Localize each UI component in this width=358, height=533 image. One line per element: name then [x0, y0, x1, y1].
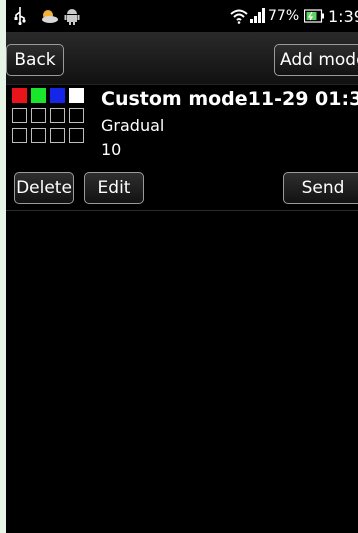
- empty-color-swatch: [12, 108, 27, 123]
- color-swatch: [31, 88, 46, 103]
- add-mode-button[interactable]: Add mode: [274, 44, 358, 76]
- edit-button[interactable]: Edit: [84, 172, 144, 204]
- color-swatch: [69, 88, 84, 103]
- list-divider: [6, 210, 358, 211]
- empty-color-swatch: [31, 108, 46, 123]
- delete-button[interactable]: Delete: [14, 172, 74, 204]
- status-bar: 77% 1:39: [6, 0, 358, 32]
- toolbar: Back Add mode: [6, 32, 358, 85]
- battery-percent: 77%: [268, 8, 300, 24]
- clock: 1:39: [328, 6, 358, 26]
- mode-speed: 10: [101, 140, 122, 159]
- mode-effect: Gradual: [101, 116, 165, 135]
- color-swatch: [12, 88, 27, 103]
- back-button[interactable]: Back: [6, 44, 64, 76]
- weather-icon: [40, 0, 58, 32]
- empty-color-swatch: [31, 128, 46, 143]
- mode-list-item: Custom mode11-29 01:37 Gradual 10 Delete…: [6, 84, 358, 211]
- empty-color-swatch: [69, 108, 84, 123]
- app-screen: 77% 1:39 Back Add mode Custom mode11-29 …: [6, 0, 358, 533]
- usb-icon: [14, 0, 26, 32]
- mode-title: Custom mode11-29 01:37: [101, 88, 358, 110]
- send-button[interactable]: Send: [283, 172, 358, 204]
- battery-icon: [304, 0, 324, 32]
- empty-color-swatch: [50, 108, 65, 123]
- color-swatch: [50, 88, 65, 103]
- signal-icon: [250, 0, 266, 32]
- empty-color-swatch: [12, 128, 27, 143]
- empty-color-swatch: [69, 128, 84, 143]
- android-icon: [64, 0, 80, 32]
- empty-color-swatch: [50, 128, 65, 143]
- wifi-icon: [230, 0, 248, 32]
